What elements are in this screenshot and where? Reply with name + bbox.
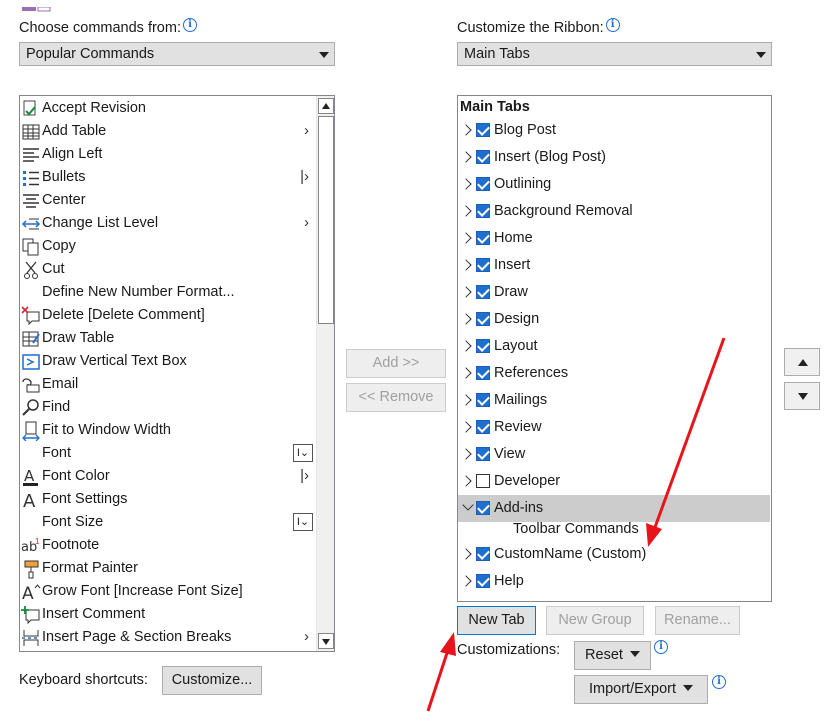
annotation-arrowhead-new-tab [440, 632, 456, 656]
annotation-arrow-custom-tab [652, 337, 726, 531]
annotation-arrow-new-tab [426, 649, 450, 712]
annotation-arrowhead-custom-tab [646, 523, 662, 547]
annotation-arrows [426, 337, 726, 712]
